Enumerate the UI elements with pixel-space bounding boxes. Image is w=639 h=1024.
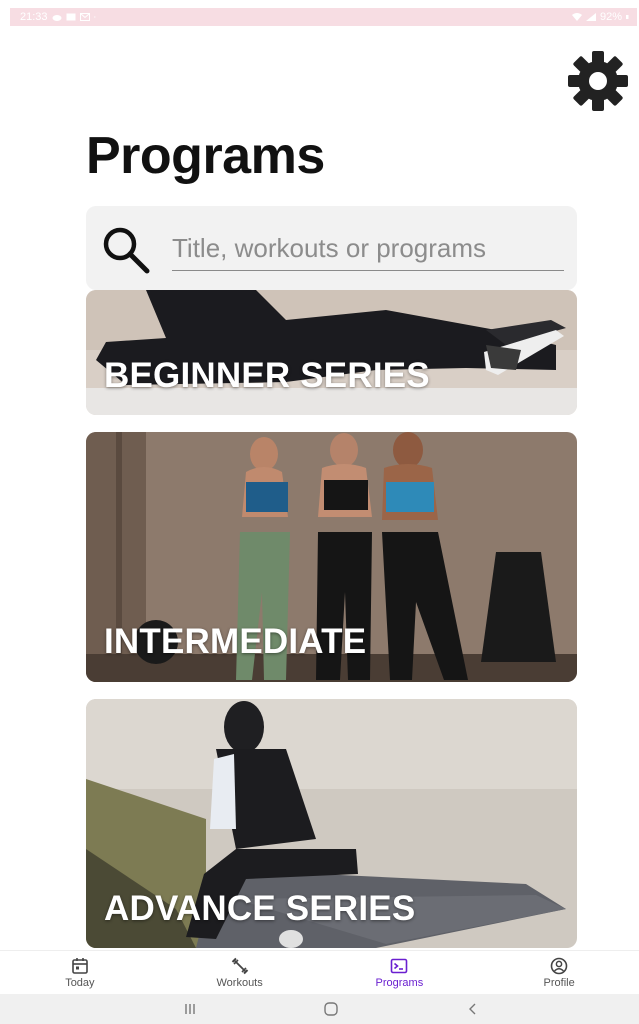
program-label: INTERMEDIATE — [104, 622, 367, 661]
program-label: BEGINNER SERIES — [104, 356, 430, 395]
program-card-advance[interactable]: ADVANCE SERIES — [86, 699, 577, 948]
mail-icon — [79, 13, 90, 21]
search-box[interactable] — [86, 206, 577, 290]
calendar-icon — [72, 958, 88, 974]
status-left: 21:33 — [20, 8, 98, 26]
nav-item-workouts[interactable]: Workouts — [160, 951, 320, 993]
beginner-photo — [86, 290, 577, 415]
dot-icon — [93, 16, 95, 18]
search-input[interactable] — [172, 226, 564, 271]
gear-icon[interactable] — [565, 48, 631, 114]
status-bar: 21:33 92% — [10, 8, 637, 26]
page-title: Programs — [86, 127, 325, 185]
program-label: ADVANCE SERIES — [104, 889, 416, 928]
wifi-icon — [571, 13, 582, 21]
nav-label-programs: Programs — [375, 977, 424, 989]
bottom-nav: Today Workouts Programs Profile — [0, 950, 639, 993]
status-right: 92% — [571, 8, 631, 26]
cloud-icon — [52, 15, 62, 21]
image-icon — [66, 13, 76, 21]
terminal-icon — [391, 958, 408, 974]
dumbbell-icon — [231, 957, 248, 975]
system-nav-bar — [0, 994, 639, 1024]
program-card-beginner[interactable]: BEGINNER SERIES — [86, 290, 577, 415]
search-icon — [103, 227, 150, 274]
profile-icon — [550, 957, 568, 975]
nav-item-profile[interactable]: Profile — [479, 951, 639, 993]
battery-level: 92% — [599, 11, 622, 23]
battery-icon — [626, 15, 629, 19]
nav-label-workouts: Workouts — [216, 977, 263, 989]
signal-icon — [585, 13, 596, 21]
recents-icon[interactable] — [182, 1002, 198, 1016]
nav-label-today: Today — [65, 977, 95, 989]
nav-label-profile: Profile — [543, 977, 575, 989]
nav-item-programs[interactable]: Programs — [320, 951, 480, 993]
home-icon[interactable] — [323, 1002, 339, 1016]
status-time: 21:33 — [20, 11, 48, 23]
back-icon[interactable] — [465, 1002, 481, 1016]
nav-item-today[interactable]: Today — [0, 951, 160, 993]
program-card-intermediate[interactable]: INTERMEDIATE — [86, 432, 577, 682]
